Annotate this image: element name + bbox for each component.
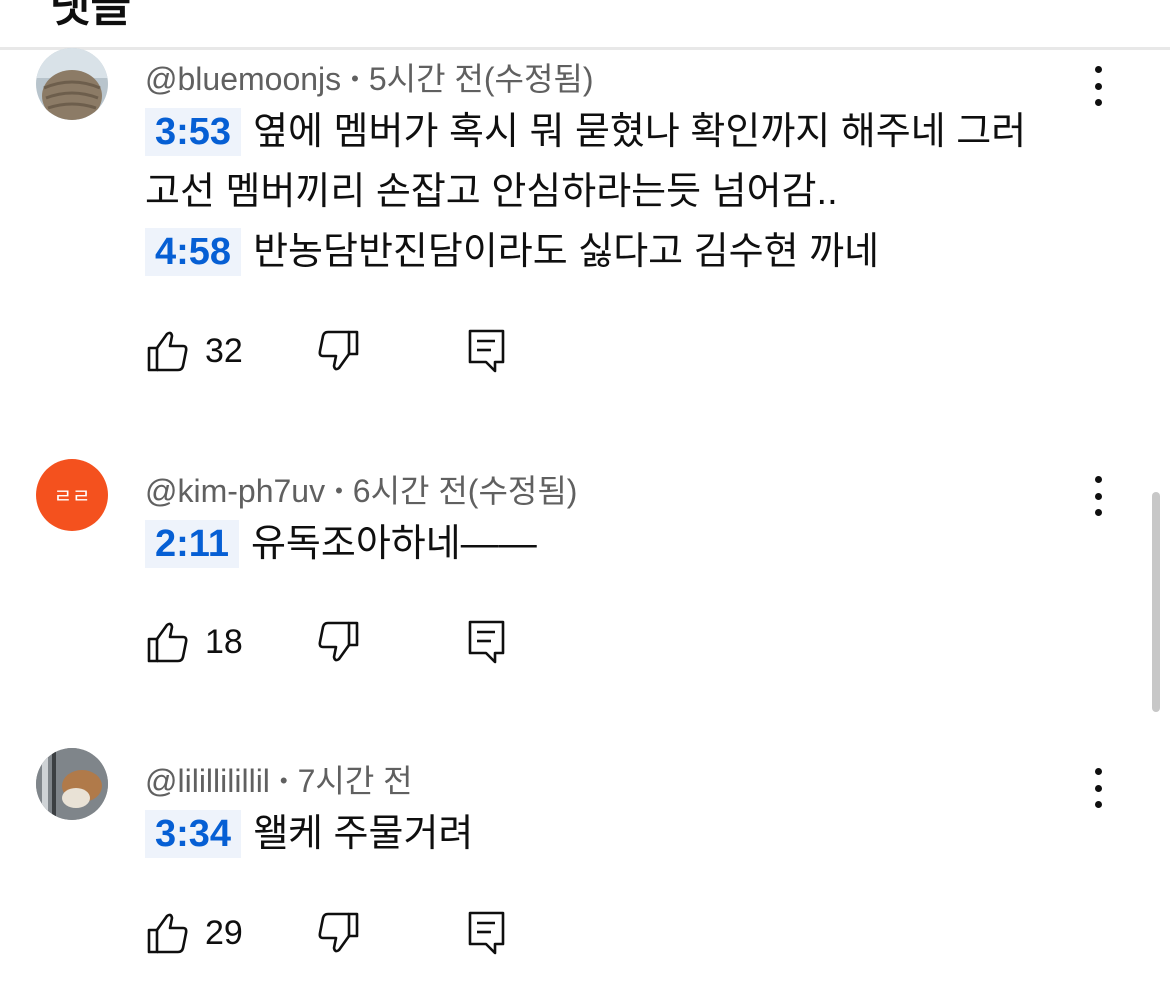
meta-separator: •: [279, 768, 288, 793]
thumbs-up-icon[interactable]: [145, 619, 191, 665]
more-options-icon[interactable]: [1083, 476, 1113, 516]
meta-separator: •: [351, 66, 359, 91]
thumbs-down-icon[interactable]: [315, 619, 361, 665]
timestamp-link[interactable]: 3:53: [145, 108, 242, 156]
comment-meta: @kim-ph7uv • 6시간 전(수정됨): [145, 466, 577, 512]
thumbs-down-icon[interactable]: [315, 328, 361, 374]
avatar[interactable]: [36, 748, 108, 820]
comment-text: 고선 멤버끼리 손잡고 안심하라는듯 넘어감..: [145, 171, 838, 213]
meta-separator: •: [335, 478, 343, 503]
comment-text: 반농담반진담이라도 싫다고 김수현 까네: [253, 231, 880, 273]
comment-text-line: 2:11 유독조아하네——: [145, 520, 537, 568]
comment-text: 옆에 멤버가 혹시 뭐 묻혔나 확인까지 해주네 그러: [253, 111, 1027, 153]
thumbs-up-icon[interactable]: [145, 328, 191, 374]
section-title: 댓글: [50, 0, 131, 31]
comment-time: 7시간 전: [297, 763, 413, 799]
comment-text-line: 4:58 반농담반진담이라도 싫다고 김수현 까네: [145, 228, 879, 276]
thumbs-down-icon[interactable]: [315, 910, 361, 956]
more-options-icon[interactable]: [1083, 768, 1113, 808]
thumbs-up-icon[interactable]: [145, 910, 191, 956]
like-count: 32: [205, 332, 243, 370]
comment-meta: @bluemoonjs • 5시간 전(수정됨): [145, 54, 593, 100]
comment-author[interactable]: @kim-ph7uv: [145, 473, 325, 509]
comment-meta: @lilillilillil • 7시간 전: [145, 756, 413, 802]
timestamp-link[interactable]: 4:58: [145, 228, 242, 276]
comment-text: 유독조아하네——: [250, 523, 537, 565]
comment-text-line: 고선 멤버끼리 손잡고 안심하라는듯 넘어감..: [145, 168, 838, 216]
more-options-icon[interactable]: [1083, 66, 1113, 106]
reply-icon[interactable]: [467, 910, 507, 956]
avatar[interactable]: [36, 48, 108, 120]
comment-text-line: 3:53 옆에 멤버가 혹시 뭐 묻혔나 확인까지 해주네 그러: [145, 108, 1026, 156]
reply-icon[interactable]: [467, 619, 507, 665]
comment-time: 6시간 전(수정됨): [352, 473, 578, 509]
comment-author[interactable]: @lilillilillil: [145, 763, 270, 799]
like-count: 29: [205, 914, 243, 952]
timestamp-link[interactable]: 2:11: [145, 520, 239, 568]
avatar-initials: ㄹㄹ: [54, 484, 91, 508]
like-count: 18: [205, 623, 243, 661]
header-divider: [0, 47, 1170, 50]
reply-icon[interactable]: [467, 328, 507, 374]
avatar[interactable]: ㄹㄹ: [36, 459, 108, 531]
scrollbar[interactable]: [1152, 492, 1160, 712]
timestamp-link[interactable]: 3:34: [145, 810, 242, 858]
comment-text-line: 3:34 왤케 주물거려: [145, 810, 473, 858]
comment-author[interactable]: @bluemoonjs: [145, 61, 341, 97]
comment-time: 5시간 전(수정됨): [368, 61, 594, 97]
comment-text: 왤케 주물거려: [253, 813, 474, 855]
